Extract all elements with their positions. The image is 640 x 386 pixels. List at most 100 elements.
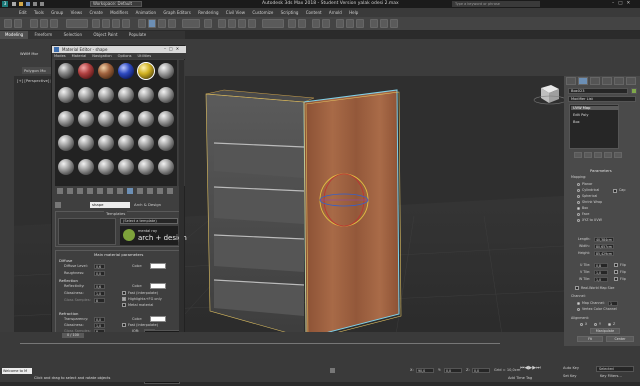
stack-item-box[interactable]: Box: [573, 120, 580, 124]
material-slot[interactable]: [138, 111, 154, 127]
timeline[interactable]: 0 / 100: [0, 332, 564, 346]
mat-menu-modes[interactable]: Modes: [54, 54, 66, 58]
u-tile-spinner[interactable]: 0,8: [594, 263, 608, 268]
show-end-result-icon[interactable]: [137, 188, 143, 194]
material-slot[interactable]: [138, 87, 154, 103]
material-editor-scrollbar[interactable]: [179, 60, 184, 340]
material-name-field[interactable]: shape: [90, 202, 130, 208]
center-button[interactable]: Center: [606, 336, 634, 342]
menu-civil-view[interactable]: Civil View: [223, 8, 248, 17]
align-y-radio[interactable]: [594, 323, 597, 326]
align-x-radio[interactable]: [580, 323, 583, 326]
render-production-button[interactable]: [390, 19, 398, 28]
redo-button[interactable]: [14, 19, 22, 28]
material-slot[interactable]: [158, 111, 174, 127]
rendered-frame-window-button[interactable]: [380, 19, 388, 28]
roughness-spinner[interactable]: 0,0: [94, 271, 105, 276]
bind-space-warp-button[interactable]: [50, 19, 58, 28]
refraction-color-swatch[interactable]: [150, 316, 166, 322]
motion-tab-icon[interactable]: [602, 77, 612, 85]
refr-fast-checkbox[interactable]: [122, 323, 126, 327]
key-filters-button[interactable]: Key Filters...: [600, 374, 622, 378]
make-unique-icon[interactable]: [97, 188, 103, 194]
angle-snap-button[interactable]: [228, 19, 236, 28]
show-in-viewport-icon[interactable]: [127, 188, 133, 194]
scene-explorer-button[interactable]: [312, 19, 320, 28]
shrink-wrap-radio[interactable]: [577, 201, 580, 204]
percent-snap-button[interactable]: [238, 19, 246, 28]
sample-slots-grid[interactable]: [55, 60, 177, 186]
create-tab-icon[interactable]: [566, 77, 576, 85]
material-slot[interactable]: [158, 159, 174, 175]
window-controls[interactable]: –□✕: [612, 1, 634, 6]
menu-graph-editors[interactable]: Graph Editors: [160, 8, 193, 17]
material-slot[interactable]: [58, 159, 74, 175]
schematic-view-button[interactable]: [346, 19, 354, 28]
make-unique-button[interactable]: [594, 152, 602, 158]
modifier-list-dropdown[interactable]: Modifier List: [568, 96, 636, 102]
menu-scripting[interactable]: Scripting: [278, 8, 302, 17]
diffuse-color-swatch[interactable]: [150, 263, 166, 269]
go-to-parent-icon[interactable]: [147, 188, 153, 194]
reset-map-icon[interactable]: [87, 188, 93, 194]
material-slot[interactable]: [98, 111, 114, 127]
material-slot[interactable]: [58, 63, 74, 79]
face-radio[interactable]: [577, 213, 580, 216]
cylindrical-radio[interactable]: [577, 189, 580, 192]
link-button[interactable]: [30, 19, 38, 28]
close-icon[interactable]: ✕: [627, 1, 635, 6]
material-editor-window[interactable]: Material Editor - shape –□✕ Modes Materia…: [51, 45, 187, 384]
material-slot[interactable]: [137, 62, 155, 80]
select-move-button[interactable]: [138, 19, 146, 28]
material-slot[interactable]: [78, 87, 94, 103]
object-color-swatch[interactable]: [631, 88, 637, 94]
material-slot[interactable]: [118, 87, 134, 103]
menu-rendering[interactable]: Rendering: [195, 8, 221, 17]
map-channel-radio-cp[interactable]: [577, 302, 580, 305]
material-slot[interactable]: [118, 111, 134, 127]
menu-create[interactable]: Create: [87, 8, 106, 17]
material-slot[interactable]: [98, 63, 114, 79]
v-flip-checkbox[interactable]: [614, 270, 618, 274]
tab-modeling[interactable]: Modeling: [0, 31, 29, 39]
length-spinner[interactable]: 40,384cm: [594, 237, 614, 242]
fast-interpolate-checkbox[interactable]: [122, 291, 126, 295]
material-slot[interactable]: [78, 135, 94, 151]
assign-to-selection-icon[interactable]: [77, 188, 83, 194]
add-time-tag[interactable]: Add Time Tag: [508, 376, 532, 380]
tab-populate[interactable]: Populate: [124, 31, 151, 39]
mat-menu-navigation[interactable]: Navigation: [92, 54, 111, 58]
w-tile-spinner[interactable]: 1,0: [594, 277, 608, 282]
set-key-button[interactable]: Set Key: [563, 374, 577, 378]
menu-customize[interactable]: Customize: [249, 8, 276, 17]
planar-radio[interactable]: [577, 183, 580, 186]
material-slot[interactable]: [78, 63, 94, 79]
auto-key-button[interactable]: Auto Key: [563, 366, 579, 370]
pick-from-object-icon[interactable]: [167, 188, 173, 194]
selected-dropdown[interactable]: Selected: [596, 366, 634, 372]
material-slot[interactable]: [78, 159, 94, 175]
main-params-header[interactable]: Main material parameters: [94, 252, 143, 257]
rectangular-selection-button[interactable]: [112, 19, 120, 28]
material-slot[interactable]: [158, 63, 174, 79]
new-file-icon[interactable]: [12, 2, 16, 6]
configure-modifier-sets-button[interactable]: [614, 152, 622, 158]
menu-content[interactable]: Content: [303, 8, 325, 17]
menu-animation[interactable]: Animation: [133, 8, 159, 17]
maximize-icon[interactable]: □: [618, 1, 626, 6]
material-editor-window-controls[interactable]: –□✕: [164, 46, 182, 51]
remove-modifier-button[interactable]: [604, 152, 612, 158]
pivot-point-button[interactable]: [204, 19, 212, 28]
snaps-toggle-button[interactable]: [218, 19, 226, 28]
display-tab-icon[interactable]: [614, 77, 624, 85]
app-logo-icon[interactable]: 3: [2, 1, 8, 7]
diffuse-level-spinner[interactable]: 0,6: [94, 264, 105, 269]
mat-menu-material[interactable]: Material: [72, 54, 87, 58]
curve-editor-button[interactable]: [336, 19, 344, 28]
redo-icon[interactable]: [40, 2, 44, 6]
selection-lock-icon[interactable]: [330, 368, 335, 373]
tab-freeform[interactable]: Freeform: [29, 31, 57, 39]
wwm-label[interactable]: WWM Mor: [20, 52, 38, 56]
window-crossing-button[interactable]: [122, 19, 130, 28]
workspace-selector[interactable]: Workspace: Default: [90, 1, 142, 7]
